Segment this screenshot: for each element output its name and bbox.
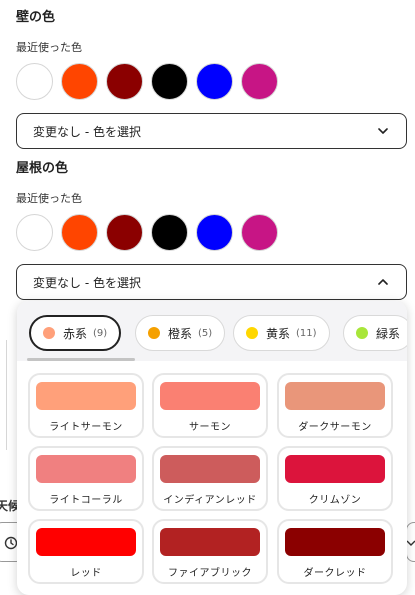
swatch-magenta[interactable] [241,214,278,251]
color-option-label: サーモン [189,422,231,433]
tab-color-family-0[interactable]: 赤系 (9) [29,315,122,351]
color-option-label: ライトサーモン [49,422,123,433]
color-option-card[interactable]: ファイアブリック [152,519,268,584]
tab-count: (11) [296,327,317,339]
tab-color-family-3[interactable]: 緑系 [343,315,407,351]
chevron-down-icon [378,128,388,134]
swatch-magenta[interactable] [241,63,278,100]
color-family-tabs: 緑系 黄系 (11) 橙系 (5) 赤系 (9) [17,301,407,361]
swatch-black[interactable] [151,214,188,251]
wall-select-label: 変更なし - 色を選択 [33,124,141,139]
color-option-card[interactable]: ダークレッド [277,519,393,584]
wall-recent-swatches [16,63,407,100]
tab-color-family-1[interactable]: 橙系 (5) [135,315,226,351]
color-option-card[interactable]: ライトサーモン [28,373,144,438]
roof-color-select[interactable]: 変更なし - 色を選択 [16,264,407,300]
color-preview-swatch [36,455,136,483]
tab-label: 橙系 [168,326,193,341]
chevron-up-icon [378,279,388,285]
chevron-down-icon [406,540,415,546]
swatch-black[interactable] [151,63,188,100]
color-option-card[interactable]: クリムゾン [277,446,393,511]
color-option-label: ファイアブリック [168,568,252,579]
swatch-dark-red[interactable] [106,63,143,100]
wall-color-title: 壁の色 [16,10,56,25]
wall-recent-label: 最近使った色 [16,41,82,54]
tab-count: (5) [198,327,213,339]
swatch-dark-red[interactable] [106,214,143,251]
color-preview-swatch [160,528,260,556]
swatch-blue[interactable] [196,214,233,251]
color-option-label: クリムゾン [308,495,362,506]
clock-icon [4,536,18,550]
swatch-white[interactable] [16,214,53,251]
background-divider [6,340,16,450]
color-dot-icon [43,327,55,339]
wall-color-select[interactable]: 変更なし - 色を選択 [16,113,407,149]
color-option-card[interactable]: インディアンレッド [152,446,268,511]
tab-count: (9) [93,327,108,339]
wall-color-section: 壁の色 最近使った色 変更なし - 色を選択 [16,6,407,149]
color-option-label: ライトコーラル [49,495,123,506]
color-preview-swatch [285,528,385,556]
color-option-label: ダークサーモン [298,422,372,433]
tab-label: 黄系 [266,326,291,341]
color-preview-swatch [36,382,136,410]
color-dot-icon [246,327,258,339]
color-preview-swatch [285,455,385,483]
roof-select-label: 変更なし - 色を選択 [33,275,141,290]
color-option-label: ダークレッド [303,568,367,579]
color-preview-swatch [160,455,260,483]
color-picker-dropdown: 緑系 黄系 (11) 橙系 (5) 赤系 (9) ライトサーモン サーモン ダークサーモンライト… [17,301,407,595]
color-option-card[interactable]: ダークサーモン [277,373,393,438]
tab-label: 赤系 [63,326,88,341]
roof-color-section: 屋根の色 最近使った色 変更なし - 色を選択 [16,157,407,300]
color-option-card[interactable]: サーモン [152,373,268,438]
color-option-label: レッド [70,568,102,579]
color-preview-swatch [285,382,385,410]
roof-color-title: 屋根の色 [16,161,69,176]
swatch-blue[interactable] [196,63,233,100]
color-option-card[interactable]: ライトコーラル [28,446,144,511]
roof-recent-swatches [16,214,407,251]
color-option-card[interactable]: レッド [28,519,144,584]
swatch-white[interactable] [16,63,53,100]
swatch-orange-red[interactable] [61,214,98,251]
color-dot-icon [356,327,368,339]
color-option-label: インディアンレッド [163,495,257,506]
tab-color-family-2[interactable]: 黄系 (11) [233,315,330,351]
tabs-scrollbar[interactable] [27,358,135,361]
tab-label: 緑系 [376,326,401,341]
color-dot-icon [148,327,160,339]
swatch-orange-red[interactable] [61,63,98,100]
color-preview-swatch [160,382,260,410]
color-preview-swatch [36,528,136,556]
roof-recent-label: 最近使った色 [16,192,82,205]
